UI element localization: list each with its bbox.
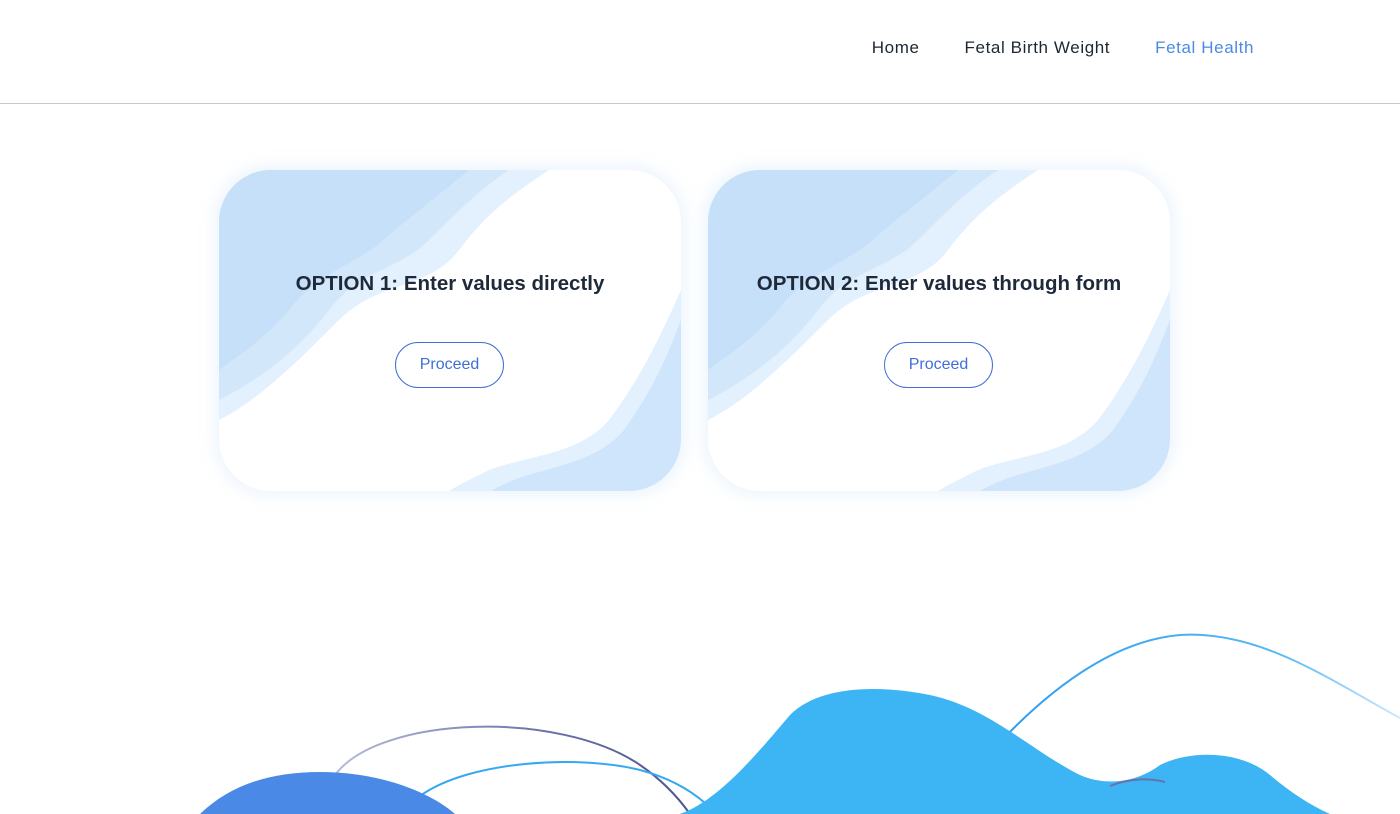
nav-link-fetal-birth-weight[interactable]: Fetal Birth Weight [965,38,1111,58]
card-title: OPTION 2: Enter values through form [756,272,1122,295]
card-content: OPTION 1: Enter values directly Proceed [219,170,681,491]
option-card-2: OPTION 2: Enter values through form Proc… [708,170,1170,491]
page: Home Fetal Birth Weight Fetal Health OPT… [0,0,1400,814]
nav-link-home[interactable]: Home [872,38,920,58]
card-content: OPTION 2: Enter values through form Proc… [708,170,1170,491]
option-card-1: OPTION 1: Enter values directly Proceed [219,170,681,491]
proceed-button[interactable]: Proceed [395,342,504,388]
nav-links: Home Fetal Birth Weight Fetal Health [827,38,1254,58]
nav-link-fetal-health[interactable]: Fetal Health [1155,38,1254,58]
top-navbar: Home Fetal Birth Weight Fetal Health [0,0,1400,104]
decorative-waves [200,633,1400,814]
card-title: OPTION 1: Enter values directly [295,272,605,295]
proceed-button[interactable]: Proceed [884,342,993,388]
